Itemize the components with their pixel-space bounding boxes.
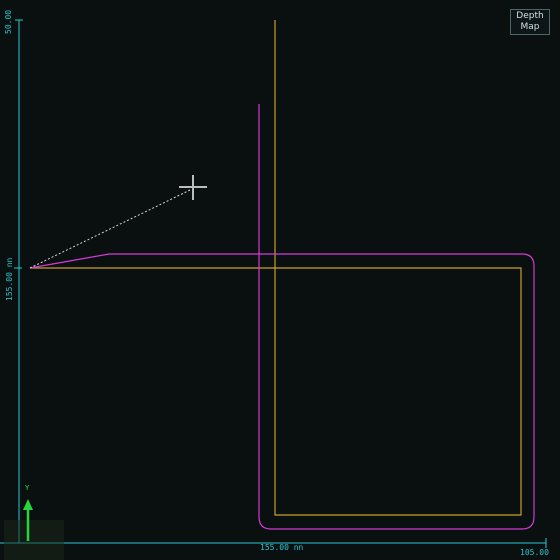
y-axis-indicator-letter: Y xyxy=(25,484,30,492)
magenta-path xyxy=(29,104,535,530)
scene-svg xyxy=(0,19,547,560)
y-axis-arrow-icon xyxy=(23,499,33,541)
yellow-path xyxy=(30,20,522,516)
y-axis-top-label: 50.00 xyxy=(4,9,13,34)
x-axis-mid-label: 155.00 nn xyxy=(260,543,304,552)
x-axis-end-label: 105.00 xyxy=(520,548,549,557)
depth-map-button[interactable]: Depth Map xyxy=(510,9,550,35)
crosshair-cursor-icon xyxy=(179,175,207,200)
dotted-guide-line xyxy=(29,189,191,269)
y-axis-mid-label: 155.00 nn xyxy=(5,257,14,301)
canvas-viewport[interactable]: 50.00 155.00 nn 155.00 nn 105.00 Depth M… xyxy=(0,0,560,560)
depth-map-button-line1: Depth xyxy=(516,11,544,21)
depth-map-button-line2: Map xyxy=(520,22,540,32)
